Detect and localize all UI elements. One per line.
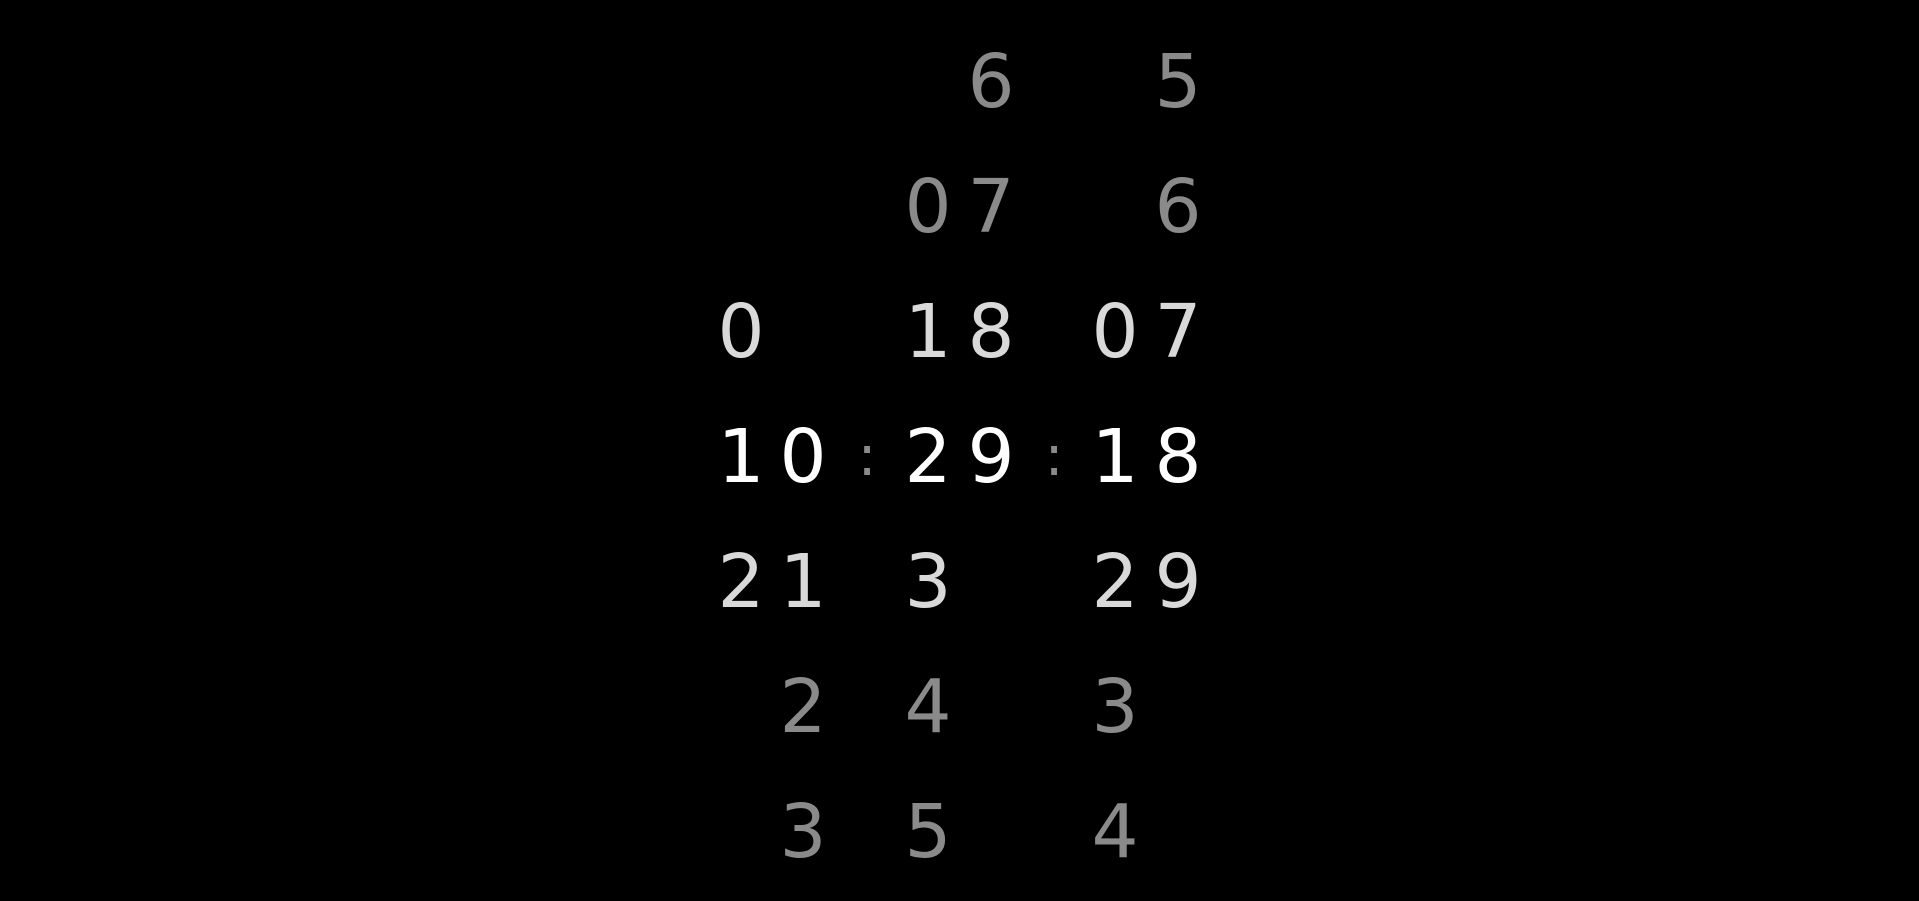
second-tens-next-2: 3 bbox=[1091, 664, 1139, 750]
hour-ones-current: 0 bbox=[779, 414, 827, 500]
minute-tens-prev-2: 0 bbox=[904, 164, 952, 250]
second-tens-next: 2 bbox=[1091, 539, 1139, 625]
minute-tens-next-3: 5 bbox=[904, 789, 952, 875]
separator-colon: : bbox=[1044, 424, 1064, 489]
hour-ones-next: 1 bbox=[779, 539, 827, 625]
hour-tens-next: 2 bbox=[717, 539, 765, 625]
separator-colon: : bbox=[857, 424, 877, 489]
minute-tens-prev: 1 bbox=[904, 289, 952, 375]
second-ones-prev-2: 6 bbox=[1154, 164, 1202, 250]
hour-tens-prev: 0 bbox=[717, 289, 765, 375]
minute-tens-current: 2 bbox=[904, 414, 952, 500]
second-ones-prev: 7 bbox=[1154, 289, 1202, 375]
second-tens-current: 1 bbox=[1091, 414, 1139, 500]
minute-ones-prev: 8 bbox=[967, 289, 1015, 375]
minute-tens-next: 3 bbox=[904, 539, 952, 625]
minute-ones-prev-3: 6 bbox=[967, 39, 1015, 125]
hour-ones-next-3: 3 bbox=[779, 789, 827, 875]
hour-tens-current: 1 bbox=[717, 414, 765, 500]
minute-ones-current: 9 bbox=[967, 414, 1015, 500]
hour-ones-next-2: 2 bbox=[779, 664, 827, 750]
minute-ones-prev-2: 7 bbox=[967, 164, 1015, 250]
clock-stage: 0 1 2 0 1 2 3 : 0 1 2 3 4 5 6 7 8 9 : 0 … bbox=[0, 0, 1919, 901]
second-ones-current: 8 bbox=[1154, 414, 1202, 500]
minute-tens-next-2: 4 bbox=[904, 664, 952, 750]
second-tens-next-3: 4 bbox=[1091, 789, 1139, 875]
second-ones-prev-3: 5 bbox=[1154, 39, 1202, 125]
second-ones-next: 9 bbox=[1154, 539, 1202, 625]
second-tens-prev: 0 bbox=[1091, 289, 1139, 375]
